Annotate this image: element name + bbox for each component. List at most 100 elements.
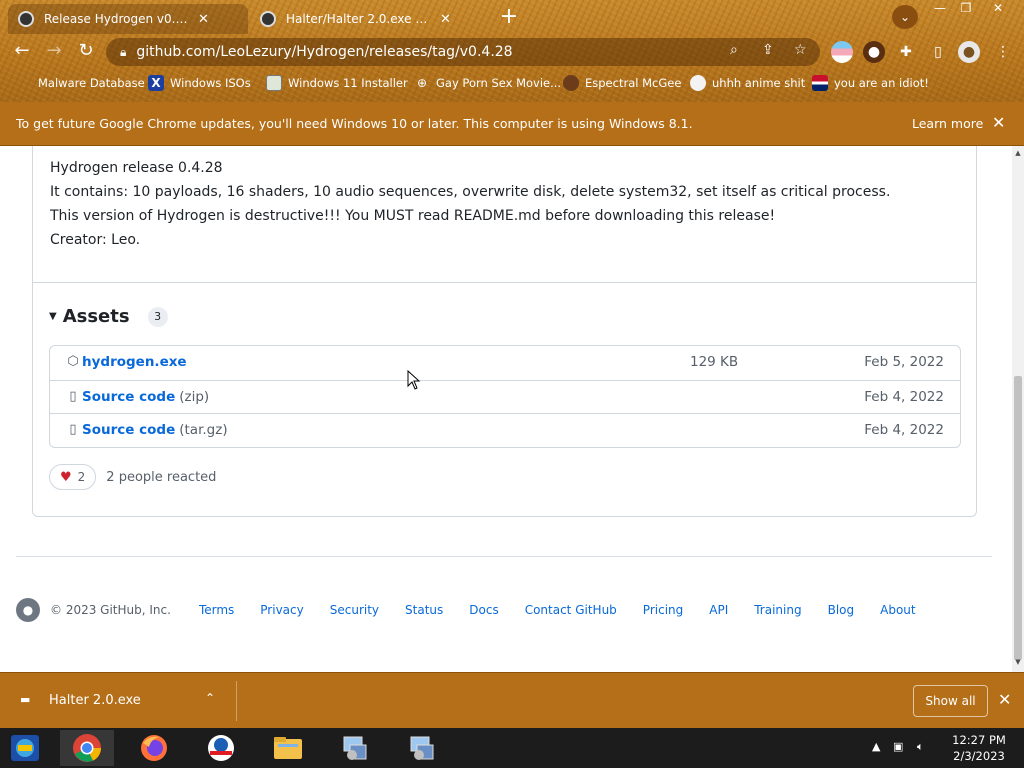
forward-arrow-icon[interactable]: →: [42, 40, 66, 64]
asset-row-source-zip: ▯ Source code (zip) Feb 4, 2022: [50, 379, 960, 414]
bookmark-malware-database[interactable]: Malware Database: [16, 75, 145, 91]
heart-reaction-button[interactable]: ♥ 2: [49, 464, 97, 490]
profile-avatar-icon[interactable]: ●: [958, 41, 980, 63]
windows-taskbar: ▲ ▣ 🔈︎ 12:27 PM 2/3/2023: [0, 728, 1024, 768]
scroll-down-arrow-icon[interactable]: ▼: [1014, 658, 1022, 666]
footer-link-api[interactable]: API: [709, 603, 728, 617]
bookmark-site[interactable]: ⊕ Gay Porn Sex Movie...: [414, 75, 561, 91]
infobar-message: To get future Google Chrome updates, you…: [16, 116, 693, 131]
reactions: ♥ 2 2 people reacted: [49, 464, 216, 490]
firefox-icon: [141, 735, 167, 761]
image-icon: [266, 75, 282, 91]
scrollbar-thumb[interactable]: [1014, 376, 1022, 660]
side-panel-icon[interactable]: ▯: [927, 41, 949, 63]
address-bar[interactable]: 🔒︎ github.com/LeoLezury/Hydrogen/release…: [106, 38, 820, 66]
installer-icon: [410, 736, 434, 760]
taskbar-app[interactable]: [194, 730, 248, 766]
reload-icon[interactable]: ↻: [74, 40, 98, 64]
tab-title: Release Hydrogen v0.4.28 (!!!Destructive…: [44, 12, 190, 26]
assets-toggle[interactable]: ▼ Assets 3: [49, 306, 168, 327]
close-window-button[interactable]: ✕: [984, 0, 1012, 18]
footer-link-privacy[interactable]: Privacy: [260, 603, 303, 617]
x-logo-icon: X: [148, 75, 164, 91]
asset-size: 129 KB: [690, 354, 739, 370]
volume-icon[interactable]: 🔈︎: [917, 740, 924, 754]
clock-time: 12:27 PM: [952, 733, 1006, 747]
browser-toolbar: ← → ↻ 🔒︎ github.com/LeoLezury/Hydrogen/r…: [0, 36, 1024, 68]
divider: [33, 282, 976, 283]
file-zip-icon: ▯: [69, 388, 77, 404]
asset-link[interactable]: Source code (zip): [82, 389, 209, 405]
divider: [236, 681, 237, 721]
footer-link-blog[interactable]: Blog: [828, 603, 855, 617]
bookmark-windows-isos[interactable]: X Windows ISOs: [148, 75, 251, 91]
url-text: github.com/LeoLezury/Hydrogen/releases/t…: [136, 44, 513, 60]
github-logo-icon[interactable]: ●: [16, 598, 40, 622]
show-all-button[interactable]: Show all: [913, 685, 988, 717]
scroll-up-arrow-icon[interactable]: ▲: [1014, 149, 1022, 157]
app-logo-icon: [208, 735, 234, 761]
browser-frame: Release Hydrogen v0.4.28 (!!!Destructive…: [0, 0, 1024, 102]
learn-more-link[interactable]: Learn more: [912, 116, 983, 131]
chevron-up-icon[interactable]: ⌃: [205, 691, 215, 705]
installer-icon: [343, 736, 367, 760]
footer-link-contact[interactable]: Contact GitHub: [525, 603, 617, 617]
chrome-icon: [73, 734, 101, 762]
menu-kebab-icon[interactable]: ⋮: [992, 41, 1014, 63]
taskbar-installer[interactable]: [328, 730, 382, 766]
star-icon[interactable]: ☆: [794, 42, 807, 58]
asset-date: Feb 4, 2022: [864, 422, 944, 438]
footer-link-status[interactable]: Status: [405, 603, 443, 617]
taskbar-firefox[interactable]: [127, 730, 181, 766]
footer-link-security[interactable]: Security: [330, 603, 379, 617]
tab-halter[interactable]: Halter/Halter 2.0.exe at main · Tl ✕: [250, 4, 490, 34]
footer-link-pricing[interactable]: Pricing: [643, 603, 683, 617]
new-tab-button[interactable]: +: [497, 6, 521, 30]
asset-link[interactable]: Source code (tar.gz): [82, 422, 228, 438]
asset-date: Feb 4, 2022: [864, 388, 944, 405]
page-scrollbar[interactable]: ▲ ▼: [1012, 146, 1024, 672]
minimize-button[interactable]: —: [926, 0, 954, 18]
asset-date: Feb 5, 2022: [864, 354, 944, 370]
taskbar-installer[interactable]: [395, 730, 449, 766]
search-icon[interactable]: ⌕: [730, 42, 738, 58]
bookmark-you-are-an-idiot[interactable]: you are an idiot!: [812, 75, 929, 91]
footer-link-docs[interactable]: Docs: [469, 603, 498, 617]
close-icon[interactable]: ✕: [998, 690, 1011, 709]
close-icon[interactable]: ✕: [198, 12, 209, 27]
start-button-icon[interactable]: [6, 731, 46, 765]
bookmark-espectral-mcgee[interactable]: Espectral McGee: [563, 75, 681, 91]
mouse-cursor-icon: [407, 370, 421, 390]
bookmark-anime[interactable]: uhhh anime shit: [690, 75, 805, 91]
system-clock[interactable]: 12:27 PM 2/3/2023: [944, 732, 1014, 764]
back-arrow-icon[interactable]: ←: [10, 40, 34, 64]
network-icon[interactable]: ▣: [893, 740, 903, 753]
share-icon[interactable]: ⇪: [762, 42, 774, 58]
taskbar-chrome[interactable]: [60, 730, 114, 766]
lock-icon: 🔒︎: [120, 44, 127, 59]
footer-link-training[interactable]: Training: [754, 603, 801, 617]
asset-link[interactable]: hydrogen.exe: [82, 354, 187, 370]
triangle-down-icon: ▼: [49, 311, 57, 322]
extensions-puzzle-icon[interactable]: ✚: [895, 41, 917, 63]
extension-avatar-icon[interactable]: ●: [863, 41, 885, 63]
restore-button[interactable]: ❐: [952, 0, 980, 18]
close-icon[interactable]: ✕: [992, 113, 1005, 132]
footer-link-about[interactable]: About: [880, 603, 915, 617]
folder-icon: [16, 75, 32, 91]
assets-count-badge: 3: [147, 306, 168, 327]
close-icon[interactable]: ✕: [440, 12, 451, 27]
extension-flag-icon[interactable]: [831, 41, 853, 63]
download-item[interactable]: Halter 2.0.exe: [49, 693, 141, 708]
executable-file-icon: ▬: [20, 693, 31, 706]
tab-release-hydrogen[interactable]: Release Hydrogen v0.4.28 (!!!Destructive…: [8, 4, 248, 34]
tray-chevron-up-icon[interactable]: ▲: [872, 740, 880, 753]
footer-link-terms[interactable]: Terms: [199, 603, 234, 617]
taskbar-file-explorer[interactable]: [261, 730, 315, 766]
bookmark-windows-11-installer[interactable]: Windows 11 Installer: [266, 75, 408, 91]
tab-search-chevron-icon[interactable]: ⌄: [892, 5, 918, 29]
avatar-icon: [563, 75, 579, 91]
assets-heading: Assets: [62, 306, 130, 327]
clock-date: 2/3/2023: [953, 749, 1005, 763]
github-favicon-icon: [260, 11, 276, 27]
